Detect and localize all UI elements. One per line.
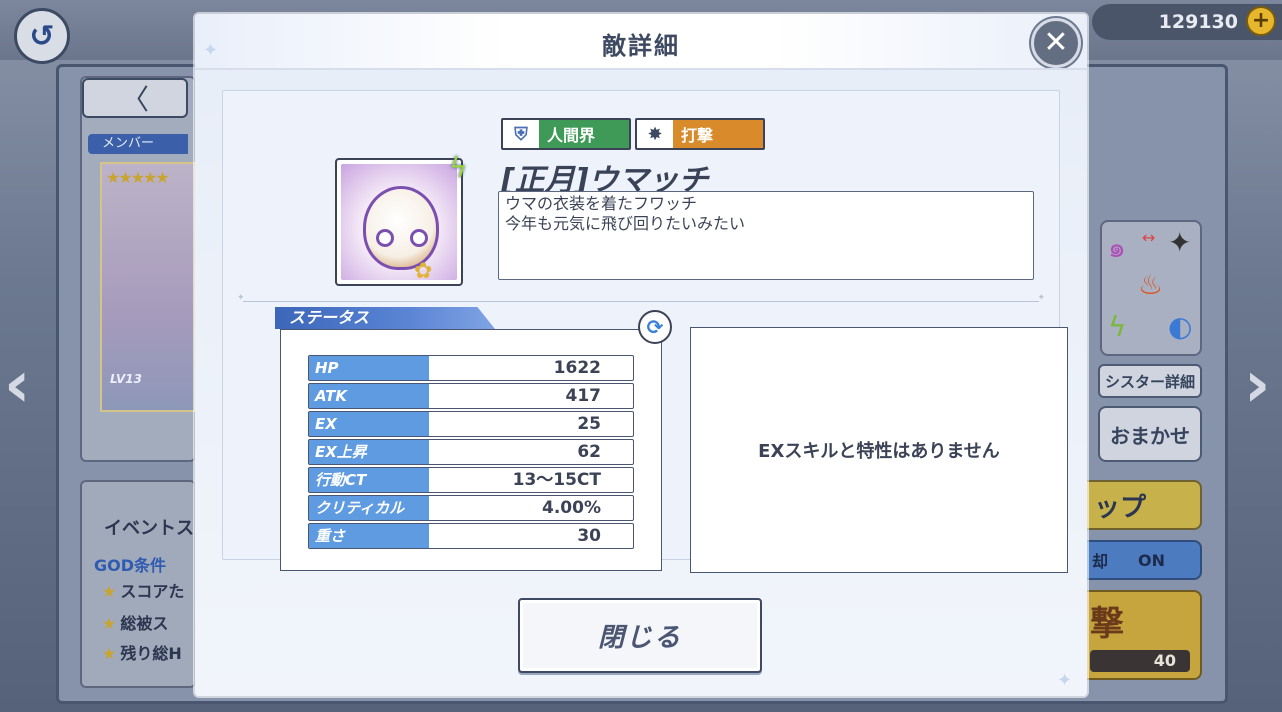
member-tag: メンバー xyxy=(88,134,188,154)
stat-row: EX 25 xyxy=(308,411,634,437)
stat-value: 13〜15CT xyxy=(512,470,601,490)
enemy-detail-modal: ✦ 敵詳細 ✕ ⛨ 人間界 ✸ 打撃 ✿ ϟ [正月]ウマッチ ウマの衣装を着た… xyxy=(195,14,1087,696)
ex-skill-panel: EXスキルと特性はありません xyxy=(690,327,1068,573)
refresh-icon[interactable]: ⟳ xyxy=(638,310,672,344)
status-table: HP 1622 ATK 417 EX 25 EX上昇 62 行動CT 13〜15… xyxy=(280,329,662,571)
star-icon: ★ xyxy=(102,644,117,663)
stat-value: 62 xyxy=(577,442,601,462)
modal-header: ✦ 敵詳細 ✕ xyxy=(195,14,1087,70)
attribute-badge: ✸ 打撃 xyxy=(635,118,765,150)
enemy-info-panel: ⛨ 人間界 ✸ 打撃 ✿ ϟ [正月]ウマッチ ウマの衣装を着たフワッチ 今年も… xyxy=(222,90,1068,573)
enemy-image: ✿ xyxy=(363,186,439,284)
enemy-description: ウマの衣装を着たフワッチ 今年も元気に飛び回りたいみたい xyxy=(498,191,1034,280)
toggle-state: ON xyxy=(1138,550,1166,570)
close-icon[interactable]: ✕ xyxy=(1031,18,1081,68)
stat-value: 1622 xyxy=(553,358,601,378)
add-coins-button[interactable]: + xyxy=(1246,6,1276,36)
close-button[interactable]: 閉じる xyxy=(518,598,762,673)
spiral-icon: ๑ xyxy=(1108,231,1126,264)
god-row: ★ 残り総H xyxy=(102,644,182,663)
stat-label: 行動CT xyxy=(309,468,429,492)
impact-icon: ✸ xyxy=(637,120,673,148)
fire-icon: ♨ xyxy=(1138,268,1164,301)
water-icon: ◐ xyxy=(1168,310,1193,343)
chevron-left-icon: 〈 xyxy=(120,83,149,116)
toggle-label: 却 xyxy=(1092,552,1109,571)
arrow-both-icon: ↔ xyxy=(1142,228,1156,247)
stat-row: HP 1622 xyxy=(308,355,634,381)
stat-value: 4.00% xyxy=(542,498,601,518)
shield-icon: ⛨ xyxy=(503,120,539,148)
modal-title: 敵詳細 xyxy=(602,32,680,60)
back-arrow-icon: ↺ xyxy=(29,18,55,54)
chevron-left-icon[interactable]: ‹ xyxy=(4,352,44,418)
stat-label: EX上昇 xyxy=(309,440,429,464)
element-chart: ๑ ↔ ✦ ♨ ϟ ◐ xyxy=(1100,220,1202,356)
prev-page-button[interactable]: 〈 xyxy=(82,78,188,118)
god-row: ★ 総被ス xyxy=(102,614,169,633)
stat-value: 417 xyxy=(565,386,602,406)
lightning-icon: ϟ xyxy=(1108,310,1127,343)
stat-row: 重さ 30 xyxy=(308,523,634,549)
enemy-portrait: ✿ xyxy=(335,158,463,286)
divider xyxy=(237,293,1045,303)
status-tab: ステータス xyxy=(275,307,495,329)
stat-row: EX上昇 62 xyxy=(308,439,634,465)
god-condition-label: GOD条件 xyxy=(94,556,167,575)
event-title: イベントス xyxy=(104,518,194,539)
stat-label: 重さ xyxy=(309,524,429,548)
lightning-icon: ϟ xyxy=(449,151,468,184)
toggle-switch[interactable]: 却 ON xyxy=(1084,540,1202,580)
star-icon: ★ xyxy=(102,614,117,633)
stat-row: ATK 417 xyxy=(308,383,634,409)
modal-body: ⛨ 人間界 ✸ 打撃 ✿ ϟ [正月]ウマッチ ウマの衣装を着たフワッチ 今年も… xyxy=(195,70,1087,696)
star-burst-icon: ✦ xyxy=(1168,226,1192,259)
stat-row: クリティカル 4.00% xyxy=(308,495,634,521)
rarity-stars: ★★★★★ xyxy=(106,168,170,187)
stat-label: ATK xyxy=(309,384,429,408)
card-level: LV13 xyxy=(110,372,142,386)
bow-icon: ✿ xyxy=(414,259,433,284)
auto-select-button[interactable]: おまかせ xyxy=(1098,406,1202,462)
star-icon: ★ xyxy=(102,582,117,601)
member-card[interactable]: ★★★★★ LV13 xyxy=(100,162,196,412)
coin-amount: 129130 xyxy=(1158,11,1238,33)
stat-value: 25 xyxy=(577,414,601,434)
stat-row: 行動CT 13〜15CT xyxy=(308,467,634,493)
stat-value: 30 xyxy=(577,526,601,546)
sparkle-icon: ✦ xyxy=(1057,670,1073,691)
back-button[interactable]: ↺ xyxy=(14,8,70,64)
stat-label: EX xyxy=(309,412,429,436)
race-badge: ⛨ 人間界 xyxy=(501,118,631,150)
setup-button[interactable]: ップ xyxy=(1084,480,1202,530)
stat-label: HP xyxy=(309,356,429,380)
god-row: ★ スコアた xyxy=(102,582,185,601)
stat-label: クリティカル xyxy=(309,496,429,520)
sister-detail-button[interactable]: シスター詳細 xyxy=(1098,364,1202,398)
chevron-right-icon[interactable]: › xyxy=(1244,352,1282,418)
attack-count: 40 xyxy=(1090,650,1190,672)
ex-skill-text: EXスキルと特性はありません xyxy=(758,441,1000,462)
